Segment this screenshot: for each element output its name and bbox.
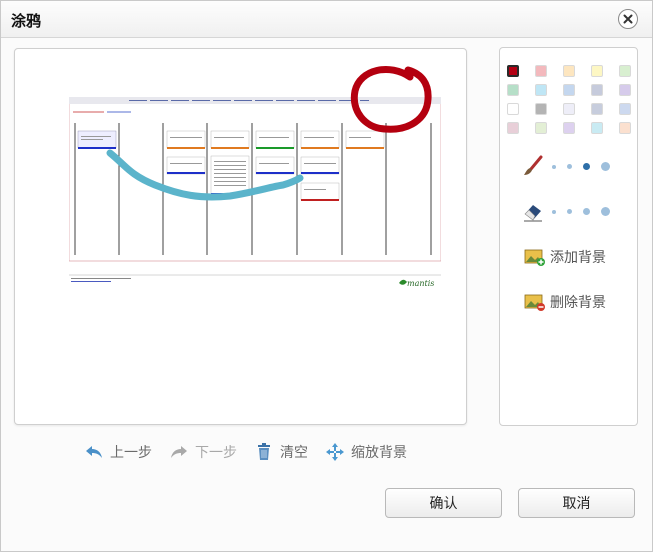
undo-button[interactable]: 上一步 xyxy=(84,441,152,463)
color-swatch[interactable] xyxy=(619,122,631,134)
color-swatch[interactable] xyxy=(591,84,603,96)
dialog-title: 涂鸦 xyxy=(11,12,42,30)
move-arrows-icon xyxy=(326,443,344,461)
undo-label: 上一步 xyxy=(110,445,152,461)
color-swatch[interactable] xyxy=(507,84,519,96)
redo-button[interactable]: 下一步 xyxy=(169,441,237,463)
eraser-size-3[interactable] xyxy=(583,208,590,215)
remove-image-icon xyxy=(524,294,545,311)
cancel-button[interactable]: 取消 xyxy=(518,488,635,518)
add-background-button[interactable]: 添加背景 xyxy=(524,246,606,268)
clear-label: 清空 xyxy=(280,445,308,461)
brush-size-2[interactable] xyxy=(567,164,572,169)
close-button[interactable] xyxy=(618,9,638,29)
brush-size-3[interactable] xyxy=(583,163,590,170)
color-swatch[interactable] xyxy=(591,103,603,115)
color-swatch[interactable] xyxy=(591,122,603,134)
red-stroke xyxy=(350,66,432,133)
redo-icon xyxy=(171,446,187,458)
title-bar: 涂鸦 xyxy=(1,1,652,38)
color-swatch[interactable] xyxy=(507,103,519,115)
color-swatch[interactable] xyxy=(507,122,519,134)
eraser-row xyxy=(500,200,637,226)
eraser-size-1[interactable] xyxy=(552,210,556,214)
add-background-label: 添加背景 xyxy=(550,250,606,266)
eraser-size-4[interactable] xyxy=(601,207,610,216)
color-swatch[interactable] xyxy=(619,65,631,77)
brush-size-4[interactable] xyxy=(601,162,610,171)
confirm-button[interactable]: 确认 xyxy=(385,488,502,518)
color-swatch[interactable] xyxy=(535,122,547,134)
drawing-canvas[interactable]: mantis xyxy=(14,48,467,425)
add-image-icon xyxy=(524,249,545,266)
brush-icon[interactable] xyxy=(522,155,544,177)
undo-icon xyxy=(86,446,102,458)
color-swatch[interactable] xyxy=(563,65,575,77)
remove-background-label: 删除背景 xyxy=(550,295,606,311)
brush-size-1[interactable] xyxy=(552,165,556,169)
cyan-stroke xyxy=(106,149,304,201)
scale-background-label: 缩放背景 xyxy=(351,445,407,461)
color-swatch[interactable] xyxy=(563,122,575,134)
remove-background-button[interactable]: 删除背景 xyxy=(524,291,606,313)
color-swatch[interactable] xyxy=(535,84,547,96)
clear-button[interactable]: 清空 xyxy=(254,441,308,463)
doodle-layer xyxy=(106,66,432,201)
scale-background-button[interactable]: 缩放背景 xyxy=(325,441,407,463)
color-swatch[interactable] xyxy=(563,103,575,115)
color-swatch[interactable] xyxy=(619,84,631,96)
color-swatch[interactable] xyxy=(619,103,631,115)
color-swatch[interactable] xyxy=(535,103,547,115)
eraser-icon[interactable] xyxy=(522,200,544,222)
doodle-dialog: 涂鸦 mantis 添加背景 删除背景 上一步 下一步 清空 缩放背景 确认 取… xyxy=(0,0,653,552)
trash-icon xyxy=(258,443,270,460)
color-swatch[interactable] xyxy=(563,84,575,96)
brush-row xyxy=(500,155,637,181)
redo-label: 下一步 xyxy=(195,445,237,461)
color-swatch[interactable] xyxy=(507,65,519,77)
color-swatch[interactable] xyxy=(591,65,603,77)
close-icon xyxy=(623,14,633,24)
eraser-size-2[interactable] xyxy=(567,209,572,214)
color-swatch[interactable] xyxy=(535,65,547,77)
tools-panel: 添加背景 删除背景 xyxy=(499,47,638,426)
